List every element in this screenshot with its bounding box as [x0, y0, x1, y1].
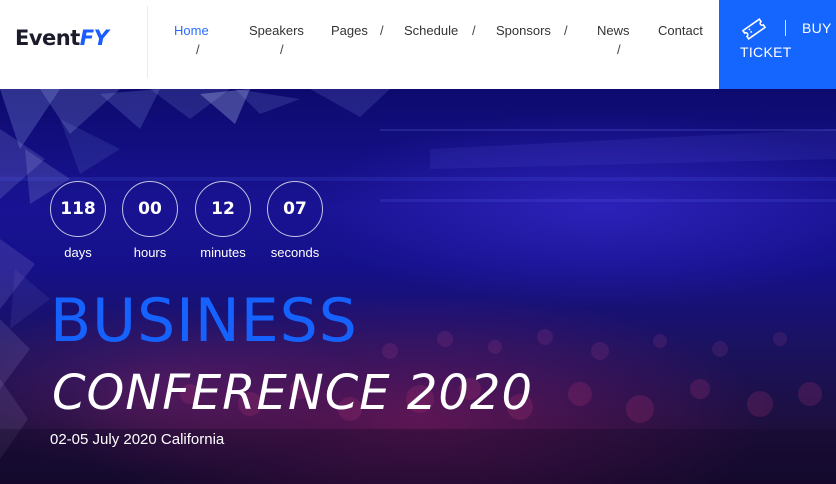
buy-label: BUY — [802, 20, 832, 36]
buy-separator — [785, 20, 786, 36]
header-divider — [147, 6, 148, 78]
nav-contact[interactable]: Contact — [658, 23, 703, 38]
nav-home[interactable]: Home — [174, 23, 209, 38]
nav-news[interactable]: News — [597, 23, 630, 38]
countdown-seconds-value: 07 — [267, 181, 323, 237]
countdown-seconds-label: seconds — [270, 245, 320, 260]
countdown-minutes-label: minutes — [200, 245, 246, 260]
nav-separator: / — [617, 42, 621, 57]
nav-separator: / — [380, 23, 384, 38]
countdown-minutes-value: 12 — [195, 181, 251, 237]
hero-section: 118 days 00 hours 12 minutes 07 seconds … — [0, 89, 836, 484]
nav-separator: / — [280, 42, 284, 57]
event-date-location: 02-05 July 2020 California — [50, 431, 225, 448]
hero-title-business: BUSINESS — [50, 286, 358, 356]
ticket-label: TICKET — [740, 44, 792, 60]
countdown: 118 days 00 hours 12 minutes 07 seconds — [50, 181, 330, 261]
nav-sponsors[interactable]: Sponsors — [496, 23, 551, 38]
site-header: Event FY Home / Speakers / Pages / Schedu… — [0, 0, 836, 89]
nav-speakers[interactable]: Speakers — [249, 23, 304, 38]
countdown-days: 118 days — [50, 181, 106, 260]
nav-separator: / — [472, 23, 476, 38]
nav-separator: / — [196, 42, 200, 57]
countdown-hours-label: hours — [133, 245, 167, 260]
buy-ticket-button[interactable]: BUY TICKET — [719, 0, 836, 89]
nav-schedule[interactable]: Schedule — [404, 23, 458, 38]
countdown-hours: 00 hours — [122, 181, 178, 260]
hero-title-conference: CONFERENCE 2020 — [52, 365, 533, 421]
ticket-icon — [741, 18, 767, 40]
countdown-days-label: days — [64, 245, 92, 260]
countdown-minutes: 12 minutes — [195, 181, 251, 260]
logo[interactable]: Event FY — [15, 26, 109, 56]
countdown-hours-value: 00 — [122, 181, 178, 237]
countdown-seconds: 07 seconds — [267, 181, 323, 260]
logo-text-accent: FY — [79, 26, 109, 50]
logo-text-primary: Event — [15, 26, 80, 50]
nav-pages[interactable]: Pages — [331, 23, 368, 38]
nav-separator: / — [564, 23, 568, 38]
countdown-days-value: 118 — [50, 181, 106, 237]
